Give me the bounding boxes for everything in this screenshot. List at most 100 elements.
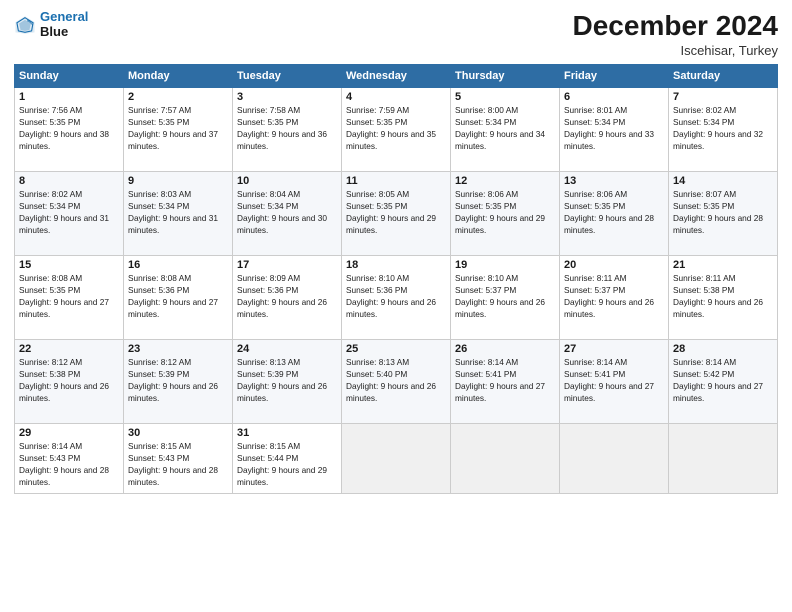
table-row: 8 Sunrise: 8:02 AM Sunset: 5:34 PM Dayli… [15, 172, 124, 256]
day-number: 27 [564, 343, 664, 355]
day-number: 24 [237, 343, 337, 355]
day-info: Sunrise: 8:05 AM Sunset: 5:35 PM Dayligh… [346, 188, 446, 236]
table-row: 4 Sunrise: 7:59 AM Sunset: 5:35 PM Dayli… [342, 88, 451, 172]
day-info: Sunrise: 8:02 AM Sunset: 5:34 PM Dayligh… [19, 188, 119, 236]
day-info: Sunrise: 7:58 AM Sunset: 5:35 PM Dayligh… [237, 104, 337, 152]
day-number: 7 [673, 91, 773, 103]
day-number: 25 [346, 343, 446, 355]
day-number: 5 [455, 91, 555, 103]
day-info: Sunrise: 8:06 AM Sunset: 5:35 PM Dayligh… [564, 188, 664, 236]
table-row: 19 Sunrise: 8:10 AM Sunset: 5:37 PM Dayl… [451, 256, 560, 340]
day-number: 4 [346, 91, 446, 103]
day-number: 1 [19, 91, 119, 103]
day-number: 22 [19, 343, 119, 355]
table-row [560, 424, 669, 494]
table-row: 21 Sunrise: 8:11 AM Sunset: 5:38 PM Dayl… [669, 256, 778, 340]
table-row: 7 Sunrise: 8:02 AM Sunset: 5:34 PM Dayli… [669, 88, 778, 172]
day-number: 20 [564, 259, 664, 271]
table-row: 26 Sunrise: 8:14 AM Sunset: 5:41 PM Dayl… [451, 340, 560, 424]
table-row: 17 Sunrise: 8:09 AM Sunset: 5:36 PM Dayl… [233, 256, 342, 340]
day-info: Sunrise: 8:11 AM Sunset: 5:38 PM Dayligh… [673, 272, 773, 320]
day-number: 8 [19, 175, 119, 187]
day-info: Sunrise: 8:07 AM Sunset: 5:35 PM Dayligh… [673, 188, 773, 236]
day-info: Sunrise: 8:14 AM Sunset: 5:41 PM Dayligh… [455, 356, 555, 404]
col-monday: Monday [124, 65, 233, 88]
table-row: 1 Sunrise: 7:56 AM Sunset: 5:35 PM Dayli… [15, 88, 124, 172]
day-info: Sunrise: 8:13 AM Sunset: 5:40 PM Dayligh… [346, 356, 446, 404]
day-number: 28 [673, 343, 773, 355]
day-info: Sunrise: 7:59 AM Sunset: 5:35 PM Dayligh… [346, 104, 446, 152]
table-row: 23 Sunrise: 8:12 AM Sunset: 5:39 PM Dayl… [124, 340, 233, 424]
table-row: 11 Sunrise: 8:05 AM Sunset: 5:35 PM Dayl… [342, 172, 451, 256]
day-number: 6 [564, 91, 664, 103]
table-row: 2 Sunrise: 7:57 AM Sunset: 5:35 PM Dayli… [124, 88, 233, 172]
title-block: December 2024 Iscehisar, Turkey [573, 10, 778, 58]
col-saturday: Saturday [669, 65, 778, 88]
table-row: 12 Sunrise: 8:06 AM Sunset: 5:35 PM Dayl… [451, 172, 560, 256]
logo: General Blue [14, 10, 88, 40]
table-row: 16 Sunrise: 8:08 AM Sunset: 5:36 PM Dayl… [124, 256, 233, 340]
day-info: Sunrise: 8:11 AM Sunset: 5:37 PM Dayligh… [564, 272, 664, 320]
table-row: 18 Sunrise: 8:10 AM Sunset: 5:36 PM Dayl… [342, 256, 451, 340]
logo-line2: Blue [40, 25, 88, 40]
day-info: Sunrise: 8:14 AM Sunset: 5:41 PM Dayligh… [564, 356, 664, 404]
day-number: 29 [19, 427, 119, 439]
calendar-table: Sunday Monday Tuesday Wednesday Thursday… [14, 64, 778, 494]
day-number: 16 [128, 259, 228, 271]
page: General Blue December 2024 Iscehisar, Tu… [0, 0, 792, 612]
day-info: Sunrise: 8:06 AM Sunset: 5:35 PM Dayligh… [455, 188, 555, 236]
day-number: 3 [237, 91, 337, 103]
table-row: 14 Sunrise: 8:07 AM Sunset: 5:35 PM Dayl… [669, 172, 778, 256]
day-info: Sunrise: 8:12 AM Sunset: 5:38 PM Dayligh… [19, 356, 119, 404]
table-row: 3 Sunrise: 7:58 AM Sunset: 5:35 PM Dayli… [233, 88, 342, 172]
day-info: Sunrise: 8:04 AM Sunset: 5:34 PM Dayligh… [237, 188, 337, 236]
day-info: Sunrise: 8:12 AM Sunset: 5:39 PM Dayligh… [128, 356, 228, 404]
table-row: 6 Sunrise: 8:01 AM Sunset: 5:34 PM Dayli… [560, 88, 669, 172]
month-title: December 2024 [573, 10, 778, 42]
location: Iscehisar, Turkey [573, 43, 778, 58]
day-info: Sunrise: 8:01 AM Sunset: 5:34 PM Dayligh… [564, 104, 664, 152]
day-info: Sunrise: 8:10 AM Sunset: 5:36 PM Dayligh… [346, 272, 446, 320]
table-row: 20 Sunrise: 8:11 AM Sunset: 5:37 PM Dayl… [560, 256, 669, 340]
day-number: 31 [237, 427, 337, 439]
day-number: 15 [19, 259, 119, 271]
day-number: 9 [128, 175, 228, 187]
table-row: 10 Sunrise: 8:04 AM Sunset: 5:34 PM Dayl… [233, 172, 342, 256]
header-row: Sunday Monday Tuesday Wednesday Thursday… [15, 65, 778, 88]
day-number: 23 [128, 343, 228, 355]
day-number: 26 [455, 343, 555, 355]
day-info: Sunrise: 7:57 AM Sunset: 5:35 PM Dayligh… [128, 104, 228, 152]
table-row: 31 Sunrise: 8:15 AM Sunset: 5:44 PM Dayl… [233, 424, 342, 494]
day-number: 13 [564, 175, 664, 187]
table-row: 15 Sunrise: 8:08 AM Sunset: 5:35 PM Dayl… [15, 256, 124, 340]
table-row [669, 424, 778, 494]
table-row: 24 Sunrise: 8:13 AM Sunset: 5:39 PM Dayl… [233, 340, 342, 424]
day-number: 30 [128, 427, 228, 439]
table-row [451, 424, 560, 494]
day-info: Sunrise: 8:14 AM Sunset: 5:43 PM Dayligh… [19, 440, 119, 488]
day-info: Sunrise: 8:02 AM Sunset: 5:34 PM Dayligh… [673, 104, 773, 152]
logo-text: General Blue [40, 10, 88, 40]
table-row: 5 Sunrise: 8:00 AM Sunset: 5:34 PM Dayli… [451, 88, 560, 172]
day-info: Sunrise: 8:15 AM Sunset: 5:44 PM Dayligh… [237, 440, 337, 488]
table-row [342, 424, 451, 494]
day-number: 14 [673, 175, 773, 187]
day-info: Sunrise: 8:13 AM Sunset: 5:39 PM Dayligh… [237, 356, 337, 404]
day-info: Sunrise: 8:09 AM Sunset: 5:36 PM Dayligh… [237, 272, 337, 320]
day-number: 12 [455, 175, 555, 187]
table-row: 27 Sunrise: 8:14 AM Sunset: 5:41 PM Dayl… [560, 340, 669, 424]
day-number: 21 [673, 259, 773, 271]
logo-icon [14, 14, 36, 36]
day-info: Sunrise: 8:08 AM Sunset: 5:35 PM Dayligh… [19, 272, 119, 320]
day-number: 11 [346, 175, 446, 187]
day-info: Sunrise: 8:08 AM Sunset: 5:36 PM Dayligh… [128, 272, 228, 320]
table-row: 22 Sunrise: 8:12 AM Sunset: 5:38 PM Dayl… [15, 340, 124, 424]
day-info: Sunrise: 8:15 AM Sunset: 5:43 PM Dayligh… [128, 440, 228, 488]
day-number: 19 [455, 259, 555, 271]
col-wednesday: Wednesday [342, 65, 451, 88]
logo-line1: General [40, 9, 88, 24]
day-number: 17 [237, 259, 337, 271]
table-row: 28 Sunrise: 8:14 AM Sunset: 5:42 PM Dayl… [669, 340, 778, 424]
col-thursday: Thursday [451, 65, 560, 88]
table-row: 13 Sunrise: 8:06 AM Sunset: 5:35 PM Dayl… [560, 172, 669, 256]
